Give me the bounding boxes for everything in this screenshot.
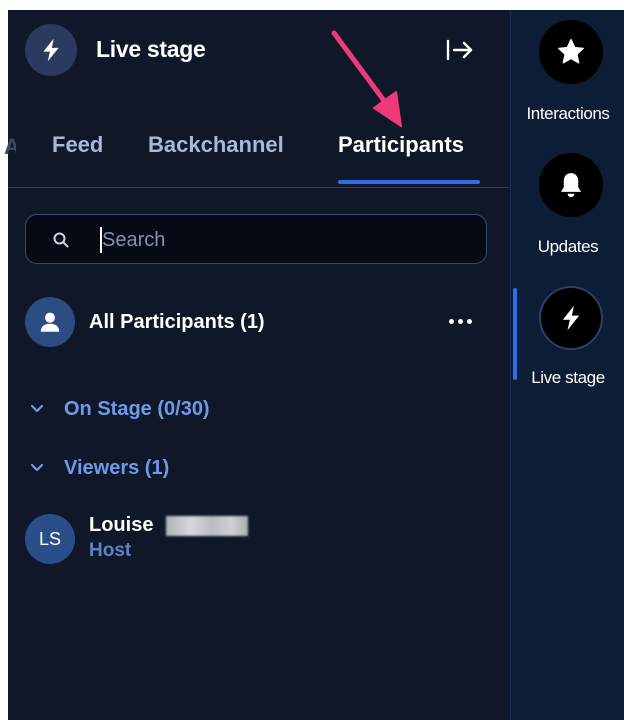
tab-overflow-indicator: A [4, 134, 16, 159]
section-viewers-label: Viewers (1) [64, 457, 170, 479]
bell-icon [561, 173, 581, 198]
rail-item-interactions[interactable]: Interactions [511, 20, 624, 123]
live-stage-panel: Live stage A Feed Backchannel Participan… [4, 10, 510, 720]
panel-header: Live stage [8, 10, 510, 90]
star-icon [558, 39, 584, 64]
participant-row[interactable]: LS Louise Host [8, 510, 510, 570]
participant-avatar: LS [25, 514, 75, 564]
more-options-button[interactable] [442, 306, 478, 336]
more-horizontal-icon [448, 318, 472, 324]
section-on-stage[interactable]: On Stage (0/30) [8, 393, 510, 427]
interactions-icon-circle [539, 20, 603, 84]
rail-label-updates: Updates [537, 237, 599, 256]
user-icon [40, 312, 60, 332]
panel-title: Live stage [96, 36, 206, 62]
redacted-surname [166, 516, 248, 536]
section-on-stage-label: On Stage (0/30) [64, 398, 210, 420]
active-tab-indicator [338, 180, 480, 184]
search-icon [53, 232, 69, 248]
updates-icon-circle [539, 153, 603, 217]
live-stage-icon-circle [539, 286, 603, 350]
search-box[interactable] [25, 214, 487, 264]
rail-item-updates[interactable]: Updates [511, 153, 624, 256]
chevron-down-icon [30, 404, 44, 413]
all-participants-label: All Participants (1) [89, 311, 265, 333]
tab-participants[interactable]: Participants [338, 132, 464, 158]
all-participants-avatar [25, 297, 75, 347]
tab-backchannel[interactable]: Backchannel [148, 132, 284, 158]
right-rail: Interactions Updates Live stage [510, 10, 624, 720]
collapse-panel-button[interactable] [442, 34, 478, 66]
search-input[interactable] [102, 223, 472, 257]
participant-role: Host [89, 540, 132, 561]
rail-label-live-stage: Live stage [531, 368, 605, 387]
rail-item-live-stage[interactable]: Live stage [511, 286, 624, 387]
section-viewers[interactable]: Viewers (1) [8, 452, 510, 486]
all-participants-row[interactable]: All Participants (1) [8, 294, 510, 350]
participant-name: Louise [89, 514, 154, 536]
live-stage-avatar [25, 24, 77, 76]
tab-feed[interactable]: Feed [52, 132, 103, 158]
chevron-down-icon [30, 463, 44, 472]
lightning-icon [43, 38, 59, 62]
collapse-right-icon [446, 39, 473, 61]
app-window: Live stage A Feed Backchannel Participan… [4, 10, 624, 720]
panel-tabs: A Feed Backchannel Participants [4, 120, 510, 188]
lightning-icon [562, 305, 580, 331]
rail-label-interactions: Interactions [526, 104, 610, 123]
